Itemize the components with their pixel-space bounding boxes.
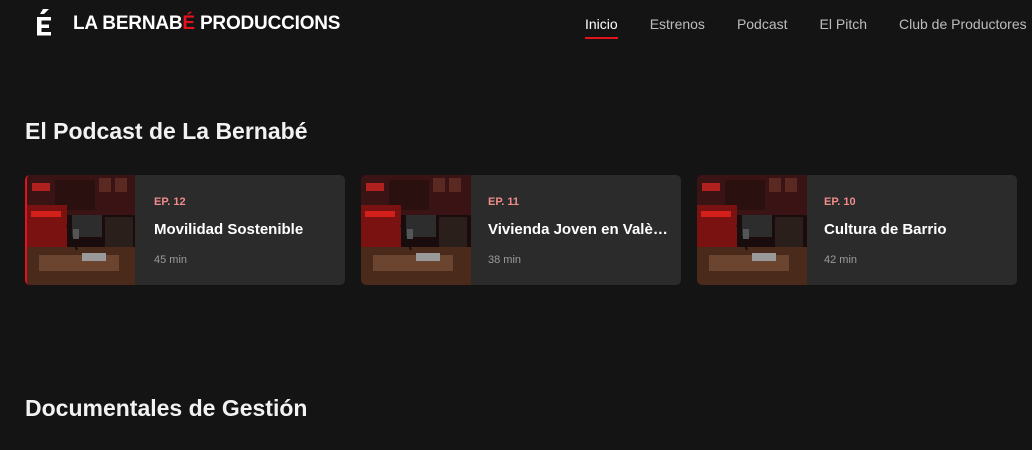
episode-title: Movilidad Sostenible (154, 221, 304, 238)
logo-icon[interactable] (34, 8, 54, 38)
brand-name-part2: PRODUCCIONS (194, 13, 341, 34)
podcast-section-title: El Podcast de La Bernabé (25, 118, 308, 144)
episode-number: EP. 12 (154, 196, 186, 208)
nav-item-podcast[interactable]: Podcast (737, 16, 788, 32)
nav-item-estrenos[interactable]: Estrenos (650, 16, 705, 32)
brand-name-accent: É (182, 13, 195, 34)
main-nav: Inicio Estrenos Podcast El Pitch Club de… (585, 16, 1032, 39)
nav-item-club-de-productores[interactable]: Club de Productores (899, 16, 1027, 32)
podcast-studio-image (27, 175, 135, 285)
episode-card[interactable]: EP. 10 Cultura de Barrio 42 min (697, 175, 1017, 285)
site-header: LA BERNABÉ PRODUCCIONS Inicio Estrenos P… (0, 0, 1032, 48)
episode-card[interactable]: EP. 12 Movilidad Sostenible 45 min (25, 175, 345, 285)
episode-number: EP. 10 (824, 196, 856, 208)
episode-title: Cultura de Barrio (824, 221, 947, 238)
nav-item-el-pitch[interactable]: El Pitch (820, 16, 867, 32)
episode-number: EP. 11 (488, 196, 519, 208)
brand-name-part1: LA BERNAB (73, 13, 183, 34)
episode-title: Vivienda Joven en València (488, 221, 671, 238)
episode-duration: 38 min (488, 254, 522, 266)
episode-duration: 45 min (154, 254, 188, 266)
nav-item-inicio[interactable]: Inicio (585, 16, 618, 39)
episode-duration: 42 min (824, 254, 858, 266)
podcast-studio-image (697, 175, 807, 285)
podcast-studio-image (361, 175, 471, 285)
episode-card[interactable]: EP. 11 Vivienda Joven en València 38 min (361, 175, 681, 285)
docs-section-title: Documentales de Gestión (25, 395, 308, 421)
brand-name[interactable]: LA BERNABÉ PRODUCCIONS (73, 13, 340, 35)
